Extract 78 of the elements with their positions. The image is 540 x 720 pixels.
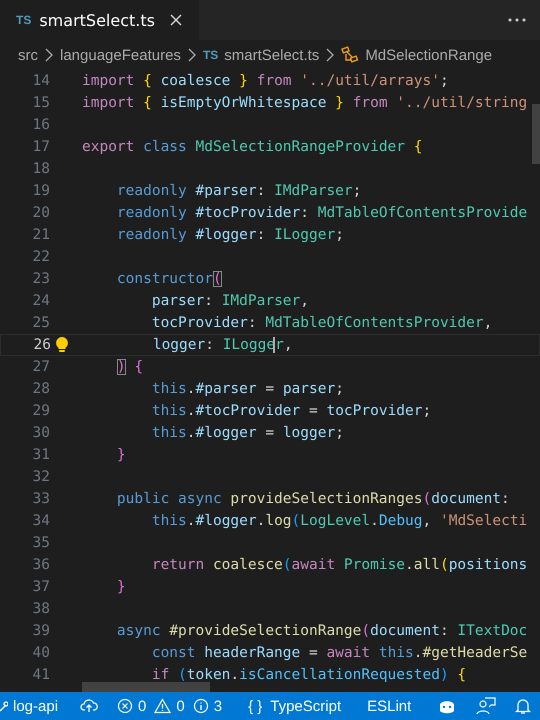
line-number: 26: [32, 337, 51, 353]
info-icon[interactable]: [192, 698, 209, 714]
line-number: 33: [32, 491, 50, 507]
line-number: 19: [32, 183, 50, 199]
line-number: 24: [32, 293, 50, 309]
code-line: readonly #logger: ILogger;: [116, 227, 344, 243]
code-line: const headerRange = await this.#getHeaderSe: [150, 645, 528, 661]
line-number: 34: [32, 513, 50, 529]
editor-tab[interactable]: TS smartSelect.ts: [0, 0, 199, 40]
warning-count[interactable]: 0: [176, 698, 185, 714]
bell-icon[interactable]: [515, 697, 532, 715]
scrollbar-thumb[interactable]: [532, 104, 540, 164]
code-line: readonly #tocProvider: MdTableOfContentsProvide: [116, 205, 528, 221]
code-line: this.#logger.log(LogLevel.Debug, 'MdSelecti: [150, 513, 528, 529]
line-number: 14: [32, 73, 50, 89]
line-number: 40: [32, 645, 50, 661]
error-icon[interactable]: [117, 698, 134, 714]
linter-status[interactable]: ESLint: [367, 698, 412, 714]
line-number: 38: [32, 601, 50, 617]
line-number: 37: [32, 579, 50, 595]
branch-icon[interactable]: [0, 699, 8, 713]
breadcrumb-item[interactable]: MdSelectionRange: [341, 46, 492, 64]
code-line: export class MdSelectionRangeProvider {: [82, 139, 422, 155]
line-number: 18: [32, 161, 50, 177]
code-line: if (token.isCancellationRequested) {: [150, 667, 466, 683]
code-line: logger: ILogge r,: [152, 337, 293, 353]
info-count[interactable]: 3: [214, 698, 222, 714]
line-number: 17: [32, 139, 50, 155]
line-number: 29: [32, 403, 50, 419]
person-chat-icon[interactable]: [476, 697, 496, 715]
line-number: 36: [32, 557, 50, 573]
code-line: constructor(: [116, 271, 222, 287]
more-icon[interactable]: [508, 18, 526, 22]
line-number: 20: [32, 205, 50, 221]
line-number: 22: [32, 249, 50, 265]
code-line: this.#parser = parser;: [150, 381, 344, 397]
close-icon[interactable]: [168, 13, 183, 27]
line-number: 31: [32, 447, 50, 463]
code-line: }: [116, 447, 126, 463]
chevron-icon: [326, 48, 334, 62]
class-icon: [341, 46, 360, 64]
code-line: readonly #parser: IMdParser;: [116, 183, 362, 199]
code-line: ) {: [116, 359, 144, 375]
line-number: 27: [32, 359, 50, 375]
code-line: }: [116, 579, 126, 595]
line-number: 28: [32, 381, 50, 397]
warning-icon[interactable]: [154, 698, 172, 714]
code-line: tocProvider: MdTableOfContentsProvider,: [150, 315, 492, 331]
code-line: this.#tocProvider = tocProvider;: [150, 403, 432, 419]
code-line: async #provideSelectionRange(document: ITextDoc: [116, 623, 528, 639]
line-number: 35: [32, 535, 50, 551]
chevron-icon: [45, 48, 53, 62]
code-line: import { coalesce } from '../util/arrays';: [82, 73, 449, 89]
breadcrumb-item[interactable]: src: [18, 46, 38, 64]
branch-name[interactable]: log-api: [13, 698, 58, 714]
language-mode[interactable]: TypeScript: [270, 698, 342, 714]
line-number: 30: [32, 425, 50, 441]
line-number: 32: [32, 469, 50, 485]
line-number: 15: [32, 95, 50, 111]
breadcrumb-item[interactable]: TS smartSelect.ts: [202, 46, 320, 64]
code-line: public async provideSelectionRanges(document:: [116, 491, 510, 507]
line-number: 39: [32, 623, 50, 639]
code-line: parser: IMdParser,: [150, 293, 309, 309]
breadcrumb-item[interactable]: languageFeatures: [60, 46, 181, 64]
cloud-upload-icon[interactable]: [80, 699, 98, 713]
line-number: 23: [32, 271, 50, 287]
line-number: 25: [32, 315, 50, 331]
braces-icon[interactable]: { }: [248, 698, 262, 714]
lightbulb-icon[interactable]: [55, 336, 69, 353]
chevron-icon: [188, 48, 196, 62]
error-count[interactable]: 0: [138, 698, 146, 714]
code-line: return coalesce(await Promise.all(positions: [150, 557, 528, 573]
line-number: 41: [32, 667, 50, 683]
scrollbar-thumb[interactable]: [82, 682, 210, 692]
code-line: this.#logger = logger;: [150, 425, 344, 441]
line-number: 21: [32, 227, 50, 243]
line-number: 16: [32, 117, 50, 133]
code-line: import { isEmptyOrWhitespace } from '../util/string: [82, 95, 528, 111]
